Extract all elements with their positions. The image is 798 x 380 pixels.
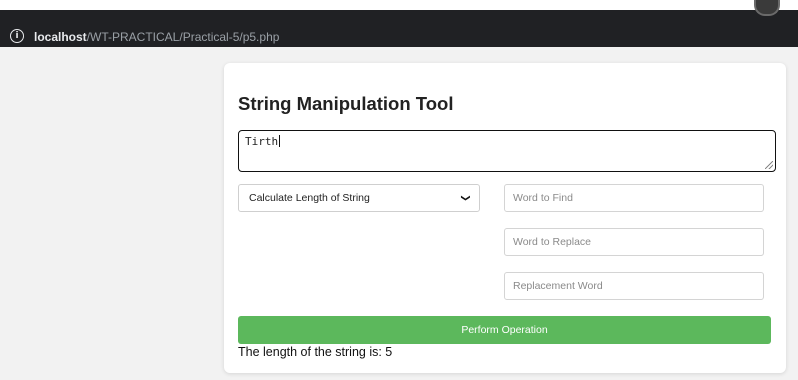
page-title: String Manipulation Tool (238, 93, 454, 114)
replace-word-placeholder: Word to Replace (513, 236, 592, 248)
chevron-down-icon: ❯ (461, 194, 472, 202)
browser-address-bar[interactable]: i localhost/WT-PRACTICAL/Practical-5/p5.… (0, 10, 798, 47)
site-info-icon[interactable]: i (10, 29, 24, 43)
result-text: The length of the string is: 5 (238, 345, 393, 359)
replacement-word-input[interactable]: Replacement Word (504, 272, 764, 300)
find-word-input[interactable]: Word to Find (504, 184, 764, 212)
resize-handle-icon[interactable] (765, 161, 773, 169)
perform-operation-button[interactable]: Perform Operation (238, 316, 771, 344)
operation-selected-value: Calculate Length of String (249, 192, 370, 204)
url-text[interactable]: localhost/WT-PRACTICAL/Practical-5/p5.ph… (34, 30, 279, 44)
url-host: localhost (34, 30, 87, 44)
string-input-value: Tirth (245, 135, 279, 148)
text-caret (279, 135, 281, 147)
operation-select[interactable]: Calculate Length of String ❯ (238, 184, 480, 212)
string-input-textarea[interactable]: Tirth (238, 130, 776, 172)
window-top-strip (0, 0, 798, 10)
replacement-word-placeholder: Replacement Word (513, 280, 603, 292)
find-word-placeholder: Word to Find (513, 192, 573, 204)
tool-card: String Manipulation Tool Tirth Calculate… (224, 63, 786, 373)
url-path: /WT-PRACTICAL/Practical-5/p5.php (86, 30, 280, 44)
replace-word-input[interactable]: Word to Replace (504, 228, 764, 256)
